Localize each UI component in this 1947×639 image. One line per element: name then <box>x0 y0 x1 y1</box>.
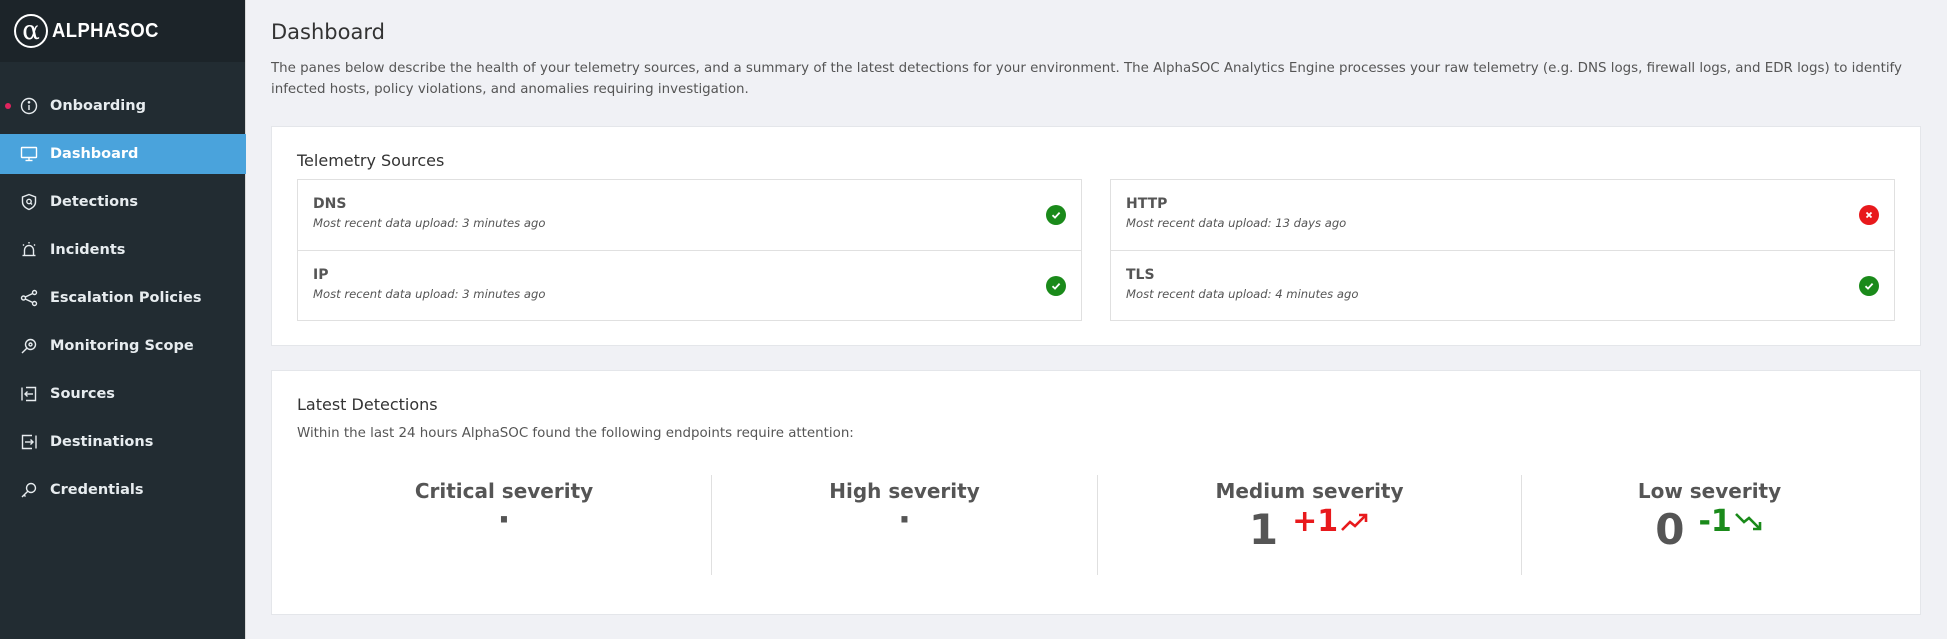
severity-critical[interactable]: Critical severity · <box>297 475 711 575</box>
severity-delta: +1 <box>1292 507 1370 537</box>
severity-label: Medium severity <box>1215 479 1404 503</box>
detections-subtitle: Within the last 24 hours AlphaSOC found … <box>297 426 854 441</box>
severity-count: · <box>898 500 911 540</box>
onboarding-alert-dot <box>5 103 11 109</box>
check-icon <box>1046 276 1066 296</box>
page-title: Dashboard <box>271 20 385 44</box>
trend-up-icon <box>1341 513 1368 531</box>
sidebar-item-label: Credentials <box>50 482 144 498</box>
source-row-tls[interactable]: TLS Most recent data upload: 4 minutes a… <box>1111 250 1894 320</box>
severity-delta-value: +1 <box>1292 504 1339 539</box>
sidebar-item-label: Detections <box>50 194 139 210</box>
error-x-icon <box>1859 205 1879 225</box>
severity-medium[interactable]: Medium severity 1 +1 <box>1097 475 1521 575</box>
panel-title: Telemetry Sources <box>297 151 445 170</box>
alphasoc-logo-icon: α <box>14 14 48 48</box>
sidebar-item-monitoring-scope[interactable]: Monitoring Scope <box>0 326 246 366</box>
main-content: Dashboard The panes below describe the h… <box>247 0 1947 639</box>
severity-label: Low severity <box>1637 479 1782 503</box>
sidebar-item-label: Destinations <box>50 434 154 450</box>
severity-count: 1 <box>1248 505 1279 554</box>
sidebar-item-label: Sources <box>50 386 115 402</box>
severity-low[interactable]: Low severity 0 -1 <box>1521 475 1897 575</box>
sidebar-item-onboarding[interactable]: Onboarding <box>0 86 246 126</box>
sidebar-item-label: Onboarding <box>50 98 146 114</box>
source-name: IP <box>313 267 329 283</box>
source-name: DNS <box>313 196 347 212</box>
severity-delta-value: -1 <box>1698 504 1732 539</box>
telemetry-sources-panel: Telemetry Sources DNS Most recent data u… <box>271 126 1921 346</box>
shield-icon <box>20 193 38 211</box>
sidebar-item-incidents[interactable]: Incidents <box>0 230 246 270</box>
sources-column-left: DNS Most recent data upload: 3 minutes a… <box>297 179 1082 321</box>
source-name: TLS <box>1126 267 1155 283</box>
check-icon <box>1859 276 1879 296</box>
severity-value: · <box>297 500 711 555</box>
source-last-upload: Most recent data upload: 3 minutes ago <box>313 216 546 230</box>
source-last-upload: Most recent data upload: 4 minutes ago <box>1126 287 1359 301</box>
sidebar-item-label: Incidents <box>50 242 126 258</box>
sidebar-item-credentials[interactable]: Credentials <box>0 470 246 510</box>
sidebar-item-label: Monitoring Scope <box>50 338 194 354</box>
import-icon <box>20 385 38 403</box>
severity-summary: Critical severity · High severity · Medi… <box>297 475 1895 575</box>
brand[interactable]: α ALPHASOC <box>0 0 245 62</box>
trend-down-icon <box>1734 513 1762 531</box>
sidebar-item-sources[interactable]: Sources <box>0 374 246 414</box>
severity-value: · <box>712 500 1097 555</box>
sidebar-item-dashboard[interactable]: Dashboard <box>0 134 246 174</box>
sidebar-nav: Onboarding Dashboard Detections Incident… <box>0 86 246 518</box>
source-row-dns[interactable]: DNS Most recent data upload: 3 minutes a… <box>298 180 1081 250</box>
share-icon <box>20 289 38 307</box>
alarm-icon <box>20 241 38 259</box>
sidebar-item-label: Dashboard <box>50 146 139 162</box>
sources-grid: DNS Most recent data upload: 3 minutes a… <box>297 179 1895 321</box>
key-icon <box>20 481 38 499</box>
source-last-upload: Most recent data upload: 3 minutes ago <box>313 287 546 301</box>
severity-count: · <box>497 500 511 540</box>
sidebar-item-destinations[interactable]: Destinations <box>0 422 246 462</box>
scope-icon <box>20 337 38 355</box>
brand-name: ALPHASOC <box>52 19 159 42</box>
sidebar: α ALPHASOC Onboarding Dashboard Detectio… <box>0 0 246 639</box>
sidebar-item-label: Escalation Policies <box>50 290 202 306</box>
panel-title: Latest Detections <box>297 395 438 414</box>
export-icon <box>20 433 38 451</box>
sources-column-right: HTTP Most recent data upload: 13 days ag… <box>1110 179 1895 321</box>
info-icon <box>20 97 38 115</box>
severity-value: 1 +1 <box>1098 505 1521 555</box>
sidebar-item-detections[interactable]: Detections <box>0 182 246 222</box>
latest-detections-panel: Latest Detections Within the last 24 hou… <box>271 370 1921 615</box>
check-icon <box>1046 205 1066 225</box>
source-last-upload: Most recent data upload: 13 days ago <box>1126 216 1347 230</box>
severity-value: 0 -1 <box>1522 505 1897 555</box>
source-name: HTTP <box>1126 196 1168 212</box>
severity-delta: -1 <box>1698 507 1763 537</box>
sidebar-item-escalation-policies[interactable]: Escalation Policies <box>0 278 246 318</box>
page-description: The panes below describe the health of y… <box>271 61 1902 97</box>
monitor-icon <box>20 145 38 163</box>
source-row-http[interactable]: HTTP Most recent data upload: 13 days ag… <box>1111 180 1894 250</box>
source-row-ip[interactable]: IP Most recent data upload: 3 minutes ag… <box>298 250 1081 320</box>
severity-count: 0 <box>1655 505 1685 554</box>
severity-high[interactable]: High severity · <box>711 475 1097 575</box>
